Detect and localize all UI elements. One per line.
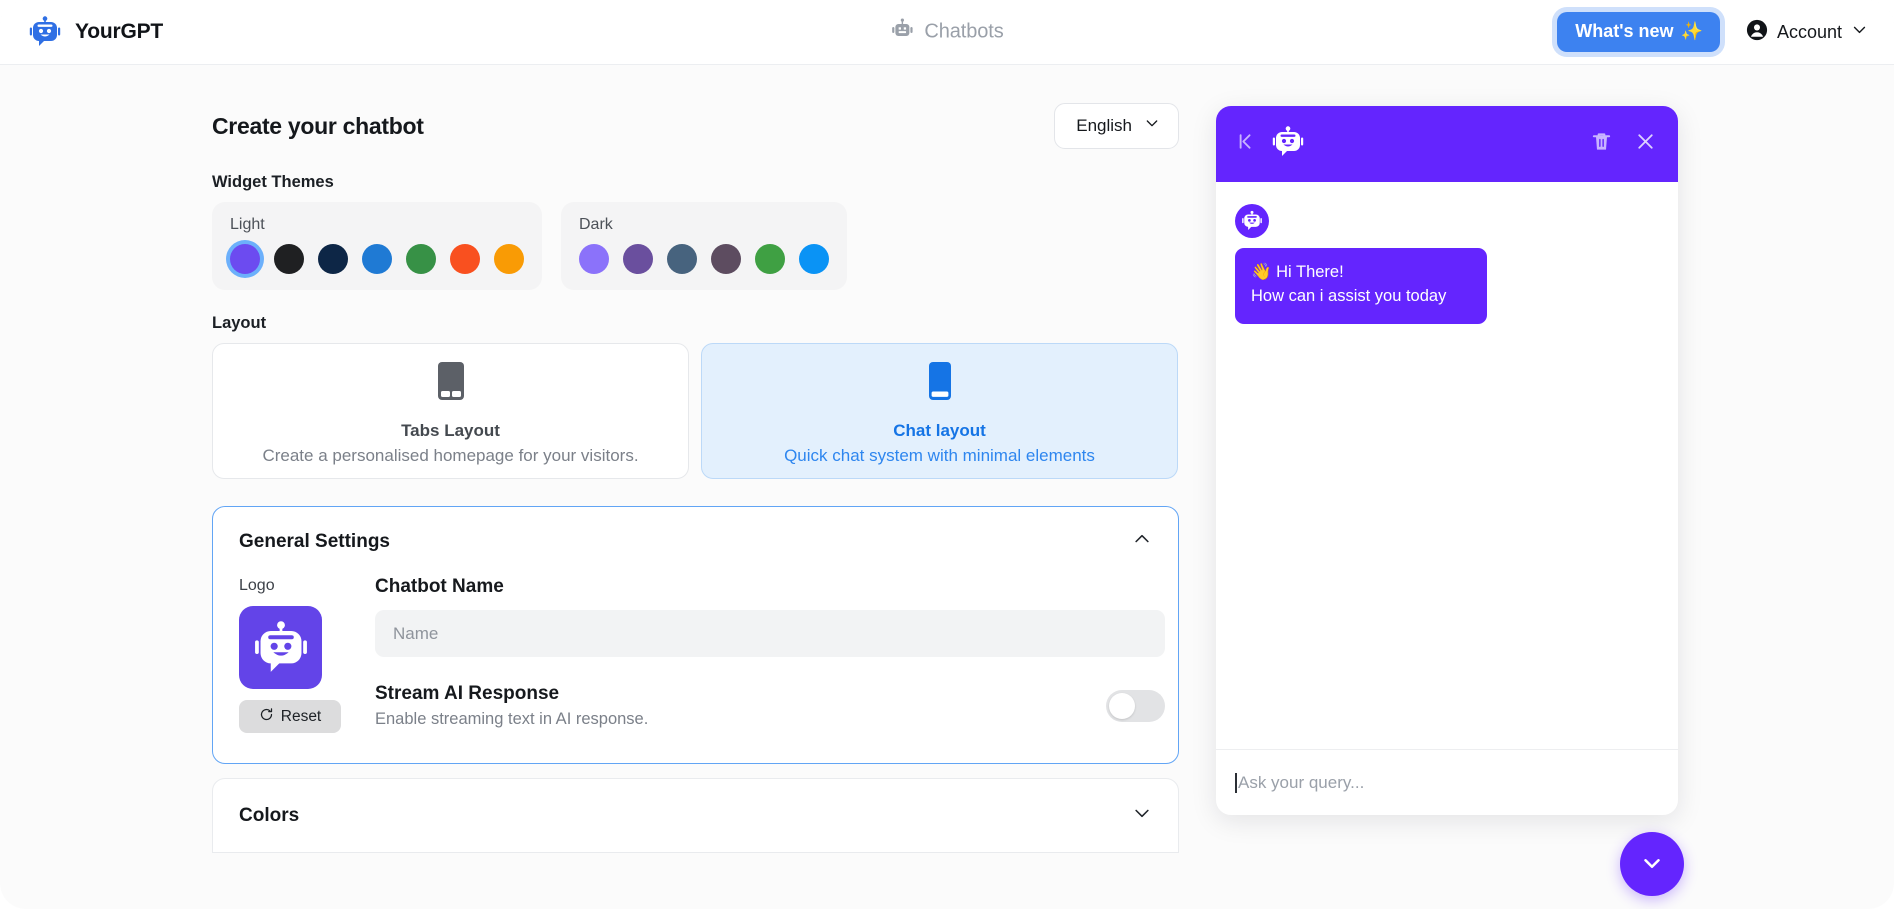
theme-group-light: Light <box>212 202 542 290</box>
logo-label: Logo <box>239 577 275 594</box>
header-actions: What's new ✨ Account <box>1557 12 1868 52</box>
language-select-value: English <box>1076 115 1132 135</box>
chatbot-editor-panel: Create your chatbot English Widget Theme… <box>0 65 1195 909</box>
stream-ai-response-subtitle: Enable streaming text in AI response. <box>375 710 649 728</box>
chatbot-icon <box>890 18 914 47</box>
theme-swatch-light-4[interactable] <box>406 244 436 274</box>
toggle-knob <box>1109 693 1135 719</box>
app-root: YourGPT Chatbots What's new ✨ Account Cr… <box>0 0 1894 909</box>
stream-ai-response-title: Stream AI Response <box>375 683 560 704</box>
theme-swatch-dark-3[interactable] <box>711 244 741 274</box>
widget-bot-avatar-icon <box>1271 125 1305 164</box>
theme-group-light-title: Light <box>230 216 265 233</box>
theme-swatch-dark-0[interactable] <box>579 244 609 274</box>
dark-swatch-list <box>579 244 829 274</box>
layout-option-chat-title: Chat layout <box>893 421 986 440</box>
theme-swatch-dark-4[interactable] <box>755 244 785 274</box>
theme-swatch-dark-1[interactable] <box>623 244 653 274</box>
widget-theme-groups: Light Dark <box>212 202 1195 290</box>
account-label: Account <box>1776 21 1842 42</box>
layout-option-chat-subtitle: Quick chat system with minimal elements <box>784 446 1095 465</box>
brand[interactable]: YourGPT <box>28 15 163 49</box>
general-settings-body: Logo Reset Chatbot Name Name Stream AI R… <box>213 574 1178 763</box>
theme-swatch-dark-2[interactable] <box>667 244 697 274</box>
theme-group-dark-title: Dark <box>579 216 613 233</box>
theme-swatch-light-2[interactable] <box>318 244 348 274</box>
chatbot-name-label: Chatbot Name <box>375 576 504 597</box>
theme-swatch-light-1[interactable] <box>274 244 304 274</box>
message-bot-avatar <box>1235 204 1269 238</box>
layout-option-tabs-title: Tabs Layout <box>401 421 500 440</box>
chevron-down-icon <box>1639 850 1665 879</box>
logo-reset-label: Reset <box>280 707 322 725</box>
stream-ai-response-text: Stream AI Response Enable streaming text… <box>375 683 648 729</box>
widget-themes-label: Widget Themes <box>212 173 334 191</box>
theme-swatch-light-5[interactable] <box>450 244 480 274</box>
widget-message-list: 👋 Hi There! How can i assist you today <box>1216 182 1678 749</box>
trash-icon[interactable] <box>1590 130 1613 158</box>
chatbot-name-input[interactable] <box>375 610 1165 657</box>
chatbot-logo-preview[interactable] <box>239 606 322 689</box>
chat-widget-preview: 👋 Hi There! How can i assist you today <box>1216 106 1678 815</box>
layout-options: Tabs Layout Create a personalised homepa… <box>212 343 1195 479</box>
whats-new-button[interactable]: What's new ✨ <box>1557 12 1720 52</box>
colors-section-title: Colors <box>239 804 300 826</box>
theme-swatch-light-0[interactable] <box>230 244 260 274</box>
widget-query-input[interactable] <box>1235 772 1659 793</box>
account-avatar-icon <box>1746 19 1768 46</box>
collapse-left-icon[interactable] <box>1235 129 1260 159</box>
nav-item-chatbots-label: Chatbots <box>924 20 1004 43</box>
stream-ai-response-toggle[interactable] <box>1106 690 1165 722</box>
chevron-down-icon <box>1144 115 1160 136</box>
top-header: YourGPT Chatbots What's new ✨ Account <box>0 0 1894 65</box>
tabs-layout-icon <box>435 360 467 407</box>
reset-icon <box>259 707 274 727</box>
yourgpt-robot-logo-icon <box>28 15 62 49</box>
general-settings-panel: General Settings Logo Reset Chatbot Name… <box>212 506 1179 764</box>
theme-swatch-dark-5[interactable] <box>799 244 829 274</box>
nav-item-chatbots[interactable]: Chatbots <box>890 18 1004 47</box>
widget-toggle-fab[interactable] <box>1620 832 1684 896</box>
general-settings-title: General Settings <box>239 530 390 552</box>
brand-name: YourGPT <box>75 20 164 43</box>
bot-message-bubble: 👋 Hi There! How can i assist you today <box>1235 248 1487 324</box>
account-menu[interactable]: Account <box>1746 19 1868 46</box>
theme-swatch-light-6[interactable] <box>494 244 524 274</box>
chevron-down-icon <box>1851 21 1868 43</box>
sparkle-icon: ✨ <box>1680 21 1703 41</box>
chat-layout-icon <box>924 360 956 407</box>
theme-swatch-light-3[interactable] <box>362 244 392 274</box>
layout-option-tabs[interactable]: Tabs Layout Create a personalised homepa… <box>212 343 689 479</box>
editor-header-row: Create your chatbot English <box>212 103 1179 149</box>
whats-new-label: What's new <box>1575 21 1674 41</box>
language-select[interactable]: English <box>1054 103 1179 149</box>
light-swatch-list <box>230 244 524 274</box>
chevron-down-icon[interactable] <box>1132 803 1152 828</box>
theme-group-dark: Dark <box>561 202 847 290</box>
logo-column: Logo Reset <box>239 574 341 733</box>
chevron-up-icon[interactable] <box>1132 529 1152 554</box>
stream-ai-response-row: Stream AI Response Enable streaming text… <box>375 683 1165 729</box>
bot-message-line-1: 👋 Hi There! <box>1251 263 1344 281</box>
layout-label: Layout <box>212 314 267 332</box>
settings-fields: Chatbot Name Stream AI Response Enable s… <box>375 574 1165 733</box>
layout-option-chat[interactable]: Chat layout Quick chat system with minim… <box>701 343 1178 479</box>
general-settings-header[interactable]: General Settings <box>213 507 1178 574</box>
page-title: Create your chatbot <box>212 112 424 139</box>
colors-section-header[interactable]: Colors <box>212 778 1179 853</box>
widget-header <box>1216 106 1678 182</box>
widget-header-actions <box>1590 130 1657 158</box>
bot-message-line-2: How can i assist you today <box>1251 286 1447 305</box>
close-icon[interactable] <box>1634 130 1657 158</box>
widget-header-left <box>1235 125 1305 164</box>
widget-input-bar <box>1216 749 1678 815</box>
logo-reset-button[interactable]: Reset <box>239 700 341 733</box>
layout-option-tabs-subtitle: Create a personalised homepage for your … <box>262 446 639 465</box>
